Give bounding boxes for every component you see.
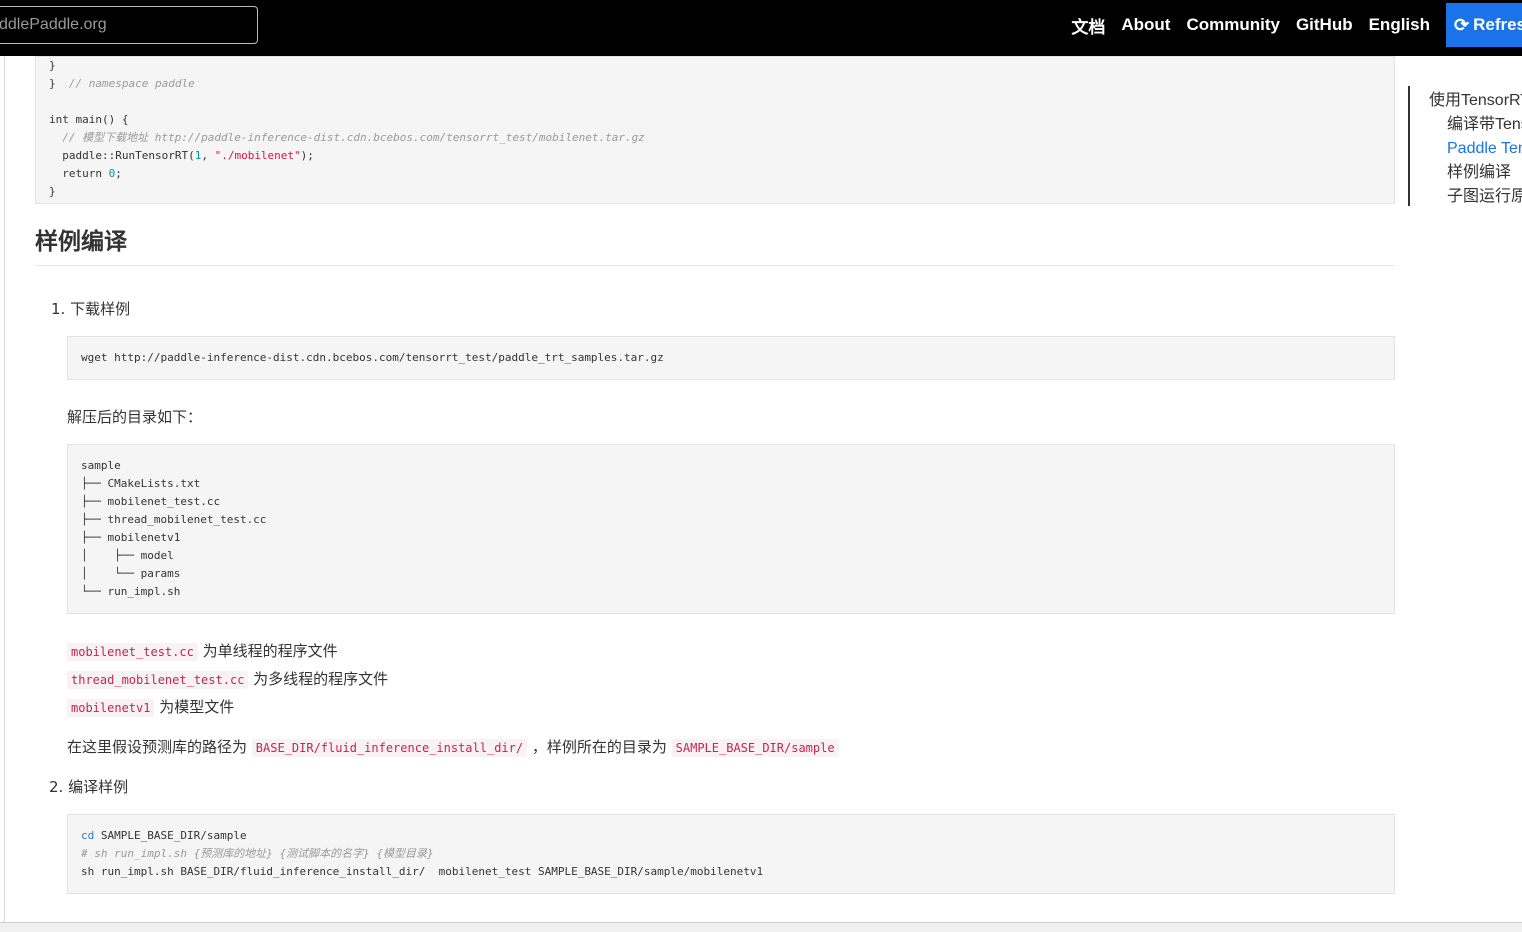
code-comment: # sh run_impl.sh {预测库的地址} {测试脚本的名字} {模型目…: [81, 847, 434, 860]
tree-line: └── run_impl.sh: [81, 585, 181, 598]
tree-line: ├── mobilenetv1: [81, 531, 181, 544]
file-desc-3: mobilenetv1 为模型文件: [67, 696, 234, 717]
nav-about[interactable]: About: [1121, 15, 1170, 35]
left-divider: [4, 56, 5, 926]
assume-prefix: 在这里假设预测库的路径为: [67, 738, 252, 756]
code-block-main: }} // namespace paddle int main() { // 模…: [35, 56, 1395, 204]
code-keyword: cd: [81, 829, 95, 842]
file-desc-1: mobilenet_test.cc 为单线程的程序文件: [67, 640, 338, 661]
section-heading: 样例编译: [35, 228, 1395, 266]
inline-code: thread_mobilenet_test.cc: [67, 671, 249, 689]
code-line: return 0;: [49, 167, 122, 180]
assume-mid: ，样例所在的目录为: [527, 738, 672, 756]
tree-line: │ └── params: [81, 567, 181, 580]
table-of-contents: 使用TensorRT库预测 编译带TensorRT的预测库 Paddle Ten…: [1408, 86, 1522, 206]
nav-community[interactable]: Community: [1186, 15, 1280, 35]
tree-line: sample: [81, 459, 121, 472]
code-block-build: cd SAMPLE_BASE_DIR/sample # sh run_impl.s…: [67, 814, 1395, 894]
nav-github[interactable]: GitHub: [1296, 15, 1353, 35]
code-number: 1: [194, 149, 202, 162]
inline-code: BASE_DIR/fluid_inference_install_dir/: [251, 739, 528, 757]
inline-code: SAMPLE_BASE_DIR/sample: [671, 739, 839, 757]
tree-line: ├── thread_mobilenet_test.cc: [81, 513, 267, 526]
code-number: 0: [108, 167, 116, 180]
nav-language[interactable]: English: [1369, 15, 1430, 35]
inline-code: mobilenet_test.cc: [67, 643, 198, 661]
code-line: }: [49, 59, 56, 72]
code-line: } // namespace paddle: [49, 75, 1394, 93]
file-desc-text: 为多线程的程序文件: [248, 670, 389, 688]
code-line: sh run_impl.sh BASE_DIR/fluid_inference_…: [81, 865, 764, 878]
inline-code: mobilenetv1: [67, 699, 155, 717]
top-navbar: ddlePaddle.org 文档 About Community GitHub…: [0, 0, 1522, 56]
code-line: int main() {: [49, 113, 129, 126]
path-assumption: 在这里假设预测库的路径为 BASE_DIR/fluid_inference_in…: [67, 736, 839, 757]
code-comment: // namespace paddle: [68, 77, 195, 90]
file-desc-text: 为单线程的程序文件: [197, 642, 338, 660]
code-line: paddle::RunTensorRT(1, "./mobilenet");: [49, 149, 314, 162]
code-brace: }: [49, 77, 69, 90]
nav-docs[interactable]: 文档: [1071, 13, 1105, 38]
tree-line: │ ├── model: [81, 549, 174, 562]
file-desc-text: 为模型文件: [154, 698, 235, 716]
code-string: "./mobilenet": [214, 149, 301, 162]
tree-line: ├── mobilenet_test.cc: [81, 495, 221, 508]
extract-text: 解压后的目录如下：: [67, 408, 203, 426]
code-block-tree: sample ├── CMakeLists.txt ├── mobilenet_te…: [67, 444, 1395, 614]
search-input[interactable]: ddlePaddle.org: [0, 6, 258, 44]
toc-item-subgraph[interactable]: 子图运行原理: [1447, 182, 1522, 206]
refresh-icon: ⟳: [1454, 14, 1470, 35]
step-1-label: 1. 下载样例: [51, 300, 131, 318]
code-comment: // 模型下载地址 http://paddle-inference-dist.c…: [62, 131, 645, 144]
horizontal-scrollbar[interactable]: [0, 922, 1522, 932]
code-line: // 模型下载地址 http://paddle-inference-dist.c…: [49, 129, 1394, 147]
code-text: SAMPLE_BASE_DIR/sample: [94, 829, 247, 842]
refresh-label: Refresh: [1473, 15, 1522, 34]
toc-item-build[interactable]: 编译带TensorRT的预测库: [1447, 110, 1522, 134]
toc-item-tensorrt[interactable]: 使用TensorRT库预测: [1429, 86, 1522, 110]
refresh-button[interactable]: ⟳ Refresh: [1446, 3, 1522, 47]
toc-item-sample[interactable]: 样例编译: [1447, 158, 1511, 182]
step-2-label: 2. 编译样例: [49, 778, 129, 796]
toc-item-usage[interactable]: Paddle TensorRT使用: [1447, 134, 1522, 158]
file-desc-2: thread_mobilenet_test.cc 为多线程的程序文件: [67, 668, 388, 689]
code-line: cd SAMPLE_BASE_DIR/sample: [81, 827, 1381, 845]
tree-line: ├── CMakeLists.txt: [81, 477, 201, 490]
nav-links: 文档 About Community GitHub English ⟳ Refr…: [1071, 0, 1522, 50]
code-line: }: [49, 185, 56, 198]
code-block-wget: wget http://paddle-inference-dist.cdn.bc…: [67, 336, 1395, 380]
wget-command: wget http://paddle-inference-dist.cdn.bc…: [81, 351, 664, 364]
